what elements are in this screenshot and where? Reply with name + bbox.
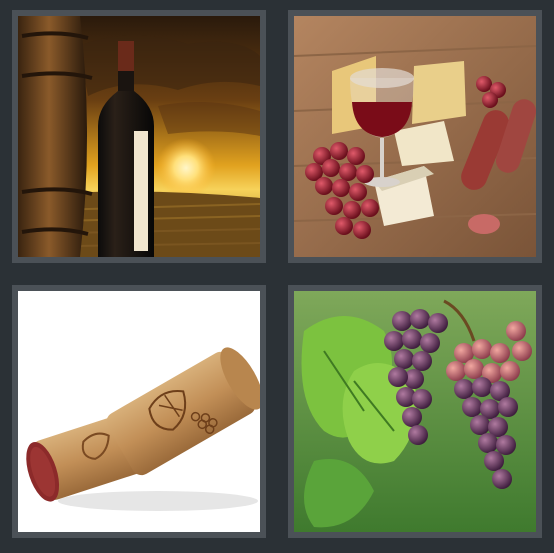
picture-tile-wine-cheese[interactable] xyxy=(288,10,542,263)
wine-cheese-image xyxy=(294,16,536,257)
picture-tile-grapevine[interactable] xyxy=(288,285,542,538)
grapevine-image xyxy=(294,291,536,532)
bottle-sunset-image xyxy=(18,16,260,257)
picture-tile-corks[interactable] xyxy=(12,285,266,538)
corks-image xyxy=(18,291,260,532)
picture-tile-bottle-sunset[interactable] xyxy=(12,10,266,263)
puzzle-board xyxy=(0,0,554,553)
